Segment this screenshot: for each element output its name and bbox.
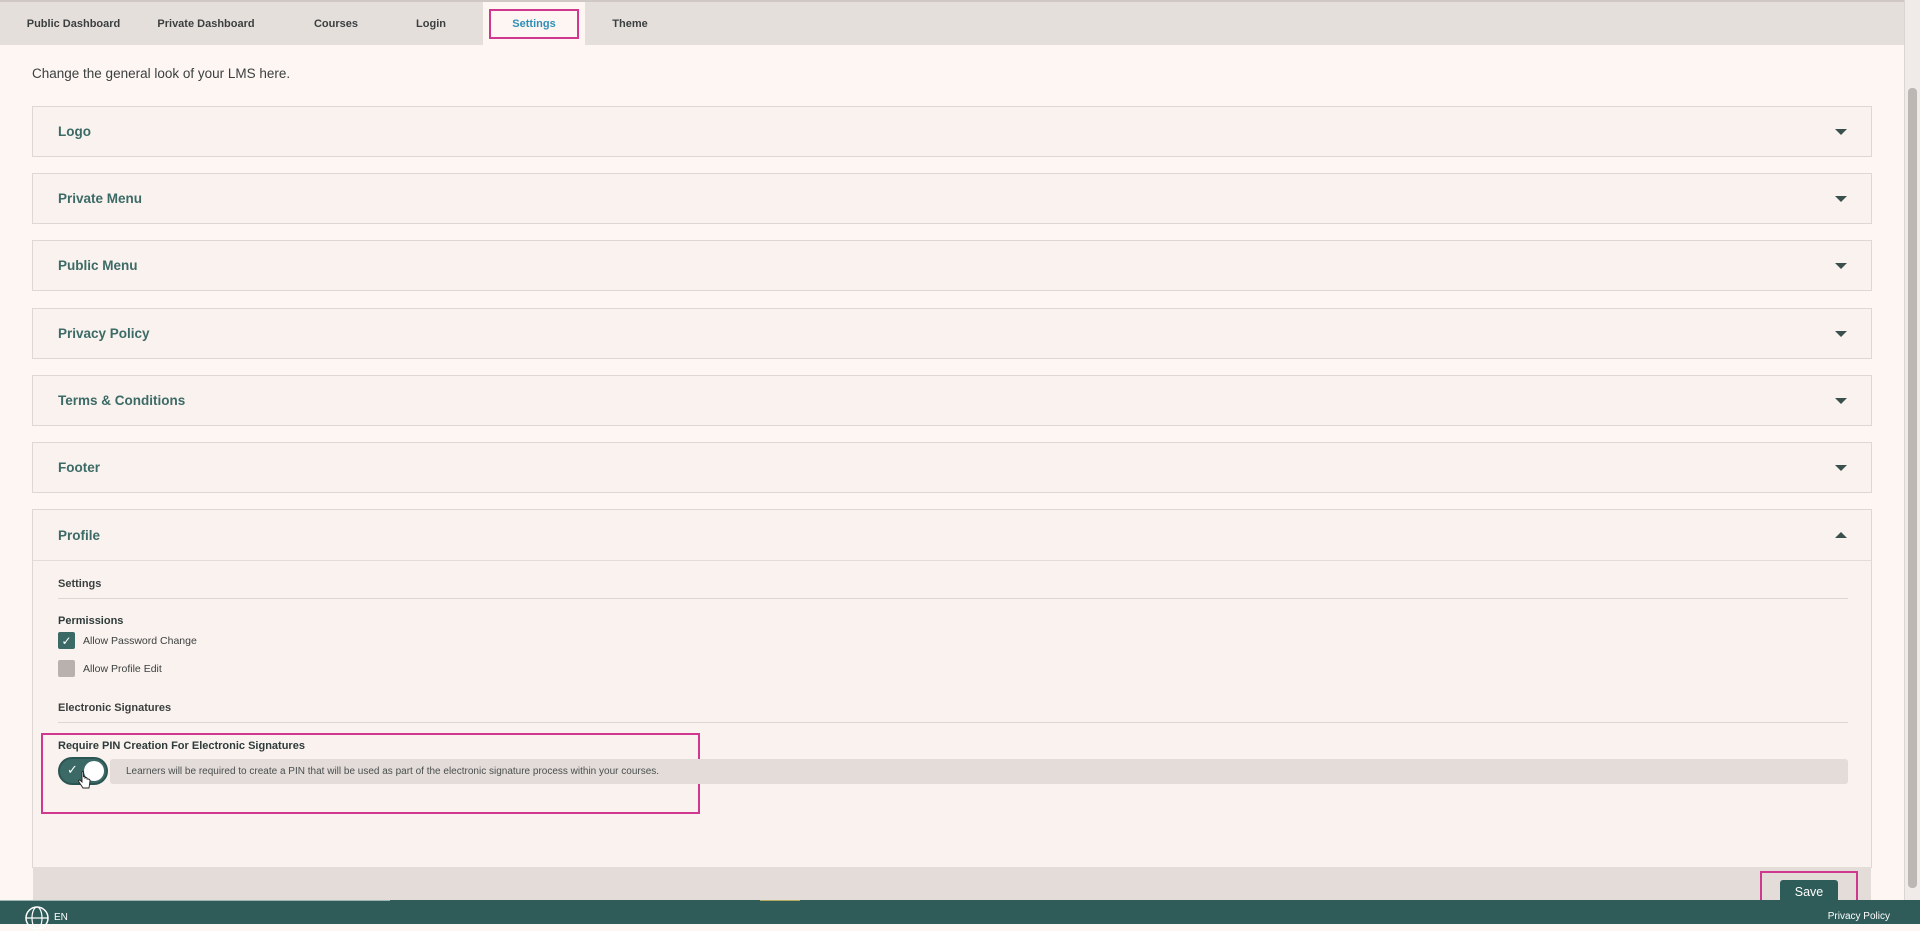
panel-title: Terms & Conditions [58,393,186,408]
checkbox-label: Allow Profile Edit [83,662,162,675]
tab-settings-label: Settings [489,8,579,39]
panel-public-menu[interactable]: Public Menu [32,240,1872,291]
hand-cursor-icon [78,771,91,789]
allow-profile-edit-checkbox[interactable]: Allow Profile Edit [58,660,162,677]
panel-profile: Profile Settings Permissions ✓ Allow Pas… [32,509,1872,919]
settings-section-title: Settings [58,578,102,590]
pin-setting-title: Require PIN Creation For Electronic Sign… [58,740,305,752]
checkbox-checked-icon: ✓ [58,632,75,649]
panel-privacy-policy[interactable]: Privacy Policy [32,308,1872,359]
tab-courses[interactable]: Courses [281,2,391,45]
site-footer: EN Privacy Policy [0,900,1920,930]
chevron-up-icon [1835,532,1847,538]
panel-profile-header[interactable]: Profile [33,510,1871,561]
panel-title: Profile [58,527,101,543]
panel-title: Private Menu [58,191,143,206]
footer-divider [0,900,390,901]
panel-footer[interactable]: Footer [32,442,1872,493]
chevron-down-icon [1835,397,1847,404]
chevron-down-icon [1835,262,1847,269]
allow-password-change-checkbox[interactable]: ✓ Allow Password Change [58,632,197,649]
tab-settings[interactable]: Settings [483,2,585,45]
privacy-policy-link[interactable]: Privacy Policy [1828,911,1890,922]
panel-title: Logo [58,124,91,139]
chevron-down-icon [1835,128,1847,135]
page-intro-text: Change the general look of your LMS here… [32,66,291,81]
tab-private-dashboard[interactable]: Private Dashboard [131,2,281,45]
panel-logo[interactable]: Logo [32,106,1872,157]
footer-links: Privacy Policy [1828,911,1890,922]
panel-terms-conditions[interactable]: Terms & Conditions [32,375,1872,426]
pin-setting-description: Learners will be required to create a PI… [110,759,1848,784]
panel-private-menu[interactable]: Private Menu [32,173,1872,224]
chevron-down-icon [1835,330,1847,337]
language-selector[interactable]: EN [54,912,68,923]
check-icon: ✓ [67,762,78,777]
panel-title: Privacy Policy [58,326,150,341]
tab-theme[interactable]: Theme [585,2,675,45]
tab-login[interactable]: Login [391,2,471,45]
divider [58,722,1848,723]
globe-icon[interactable] [24,905,50,931]
panel-title: Public Menu [58,258,138,273]
esign-section-title: Electronic Signatures [58,702,172,714]
permissions-title: Permissions [58,615,124,627]
checkbox-unchecked-icon [58,660,75,677]
scrollbar-thumb[interactable] [1908,88,1917,888]
chevron-down-icon [1835,464,1847,471]
panel-title: Footer [58,460,100,475]
chevron-down-icon [1835,195,1847,202]
checkbox-label: Allow Password Change [83,634,197,647]
profile-body: Settings Permissions ✓ Allow Password Ch… [33,561,1871,919]
page-scrollbar[interactable] [1904,0,1920,900]
tab-public-dashboard[interactable]: Public Dashboard [16,2,131,45]
footer-divider [760,900,800,901]
divider [58,598,1848,599]
top-navigation: Public Dashboard Private Dashboard Cours… [0,0,1904,45]
